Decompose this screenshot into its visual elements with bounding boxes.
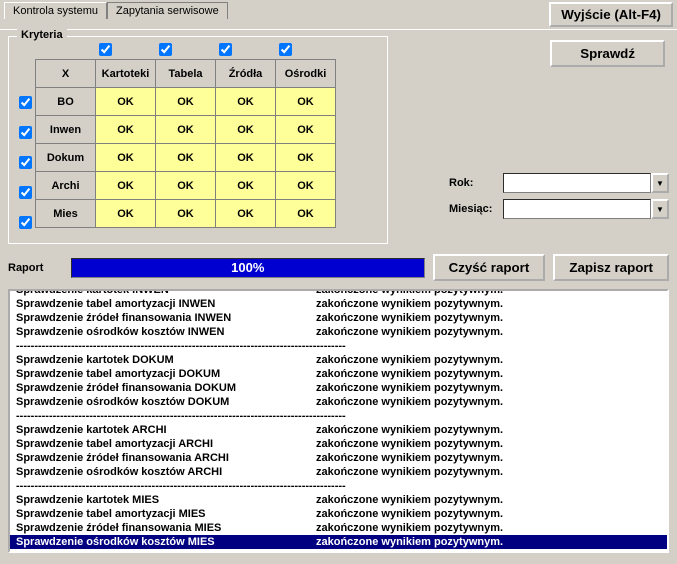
kryteria-group: Kryteria X Kartoteki — [8, 36, 388, 244]
col-check-zrodla[interactable] — [219, 43, 232, 56]
report-line[interactable]: Sprawdzenie źródeł finansowania MIESzako… — [10, 521, 667, 535]
save-report-button[interactable]: Zapisz raport — [553, 254, 669, 281]
rok-dropdown-button[interactable]: ▼ — [651, 173, 669, 193]
row-check-archi[interactable] — [19, 186, 32, 199]
report-line[interactable]: Sprawdzenie źródeł finansowania INWENzak… — [10, 311, 667, 325]
report-line[interactable]: Sprawdzenie kartotek ARCHIzakończone wyn… — [10, 423, 667, 437]
report-line[interactable]: Sprawdzenie kartotek DOKUMzakończone wyn… — [10, 353, 667, 367]
grid-cell: OK — [96, 200, 156, 228]
col-check-tabela[interactable] — [159, 43, 172, 56]
report-line[interactable]: Sprawdzenie tabel amortyzacji MIESzakońc… — [10, 507, 667, 521]
grid-cell: OK — [96, 116, 156, 144]
grid-cell: OK — [276, 172, 336, 200]
grid-cell: OK — [216, 172, 276, 200]
row-header: Inwen — [36, 116, 96, 144]
raport-label: Raport — [8, 262, 63, 274]
report-line[interactable]: Sprawdzenie kartotek MIESzakończone wyni… — [10, 493, 667, 507]
row-header: BO — [36, 88, 96, 116]
report-line[interactable]: Sprawdzenie ośrodków kosztów DOKUMzakońc… — [10, 395, 667, 409]
exit-button[interactable]: Wyjście (Alt-F4) — [549, 2, 673, 27]
grid-cell: OK — [156, 144, 216, 172]
col-check-kartoteki[interactable] — [99, 43, 112, 56]
grid-cell: OK — [276, 144, 336, 172]
tab-bar: Kontrola systemu Zapytania serwisowe — [4, 2, 228, 19]
report-line[interactable]: Sprawdzenie tabel amortyzacji DOKUMzakoń… — [10, 367, 667, 381]
grid-cell: OK — [276, 116, 336, 144]
grid-cell: OK — [96, 144, 156, 172]
grid-cell: OK — [96, 88, 156, 116]
tab-kontrola[interactable]: Kontrola systemu — [4, 2, 107, 19]
kryteria-grid: X Kartoteki Tabela Źródła Ośrodki BOOKOK… — [35, 59, 336, 228]
row-check-bo[interactable] — [19, 96, 32, 109]
col-header: Źródła — [216, 60, 276, 88]
clear-report-button[interactable]: Czyść raport — [433, 254, 546, 281]
grid-cell: OK — [216, 144, 276, 172]
row-header: Mies — [36, 200, 96, 228]
miesiac-label: Miesiąc: — [449, 203, 497, 215]
rok-input[interactable] — [503, 173, 651, 193]
tab-zapytania[interactable]: Zapytania serwisowe — [107, 2, 228, 19]
separator-line: ----------------------------------------… — [10, 339, 667, 353]
row-header: Dokum — [36, 144, 96, 172]
row-header: Archi — [36, 172, 96, 200]
report-line[interactable]: Sprawdzenie kartotek INWENzakończone wyn… — [10, 289, 667, 297]
col-header: Ośrodki — [276, 60, 336, 88]
report-line[interactable]: Sprawdzenie tabel amortyzacji ARCHIzakoń… — [10, 437, 667, 451]
row-check-inwen[interactable] — [19, 126, 32, 139]
grid-cell: OK — [216, 116, 276, 144]
separator-line: ----------------------------------------… — [10, 409, 667, 423]
grid-cell: OK — [276, 88, 336, 116]
row-check-mies[interactable] — [19, 216, 32, 229]
report-line[interactable]: Sprawdzenie ośrodków kosztów MIESzakończ… — [10, 535, 667, 549]
sprawdz-button[interactable]: Sprawdź — [550, 40, 665, 67]
grid-cell: OK — [156, 116, 216, 144]
kryteria-legend: Kryteria — [17, 29, 67, 41]
grid-cell: OK — [96, 172, 156, 200]
miesiac-dropdown-button[interactable]: ▼ — [651, 199, 669, 219]
grid-cell: OK — [156, 200, 216, 228]
rok-label: Rok: — [449, 177, 497, 189]
report-line[interactable]: Sprawdzenie tabel amortyzacji INWENzakoń… — [10, 297, 667, 311]
col-check-osrodki[interactable] — [279, 43, 292, 56]
report-line[interactable]: Sprawdzenie ośrodków kosztów INWENzakońc… — [10, 325, 667, 339]
report-line[interactable]: Sprawdzenie ośrodków kosztów ARCHIzakońc… — [10, 465, 667, 479]
miesiac-input[interactable] — [503, 199, 651, 219]
report-line[interactable]: Sprawdzenie źródeł finansowania DOKUMzak… — [10, 381, 667, 395]
report-listbox[interactable]: Sprawdzenie kartotek INWENzakończone wyn… — [8, 289, 669, 553]
row-check-dokum[interactable] — [19, 156, 32, 169]
col-header: Kartoteki — [96, 60, 156, 88]
grid-cell: OK — [156, 172, 216, 200]
grid-cell: OK — [216, 88, 276, 116]
col-header: Tabela — [156, 60, 216, 88]
progress-bar: 100% — [71, 258, 425, 278]
report-line[interactable]: Sprawdzenie źródeł finansowania ARCHIzak… — [10, 451, 667, 465]
grid-cell: OK — [156, 88, 216, 116]
grid-cell: OK — [276, 200, 336, 228]
grid-cell: OK — [216, 200, 276, 228]
grid-corner: X — [36, 60, 96, 88]
separator-line: ----------------------------------------… — [10, 479, 667, 493]
